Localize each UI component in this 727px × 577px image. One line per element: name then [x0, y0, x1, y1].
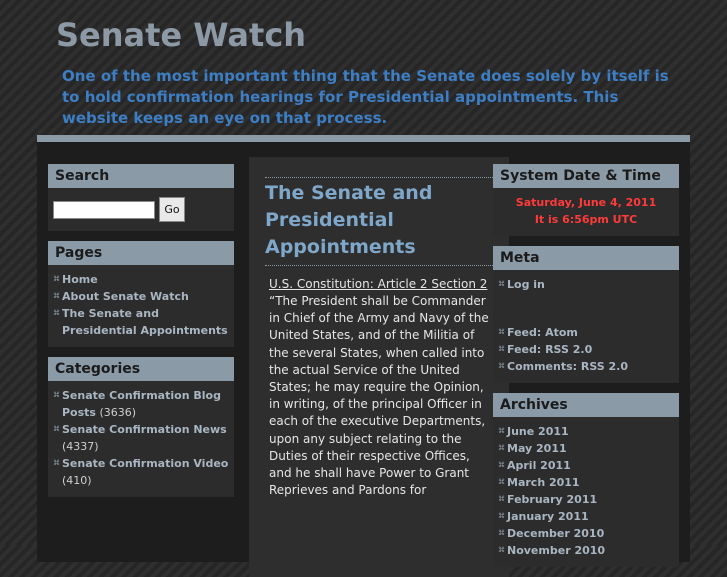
search-widget: Search Go	[48, 164, 234, 231]
archive-item: May 2011	[498, 440, 674, 457]
system-datetime-widget: System Date & Time Saturday, June 4, 201…	[493, 164, 679, 236]
category-item: Senate Confirmation News (4337)	[53, 421, 229, 455]
archive-item: April 2011	[498, 457, 674, 474]
archive-link[interactable]: February 2011	[507, 493, 597, 506]
site-description: One of the most important thing that the…	[62, 67, 669, 127]
post-body: “The President shall be Commander in Chi…	[269, 294, 489, 498]
archive-item: December 2010	[498, 525, 674, 542]
archive-link[interactable]: May 2011	[507, 442, 567, 455]
feed-rss-link[interactable]: Feed: RSS 2.0	[507, 343, 592, 356]
search-widget-title: Search	[48, 164, 234, 188]
page-link-about[interactable]: About Senate Watch	[62, 290, 189, 303]
page-link-home[interactable]: Home	[62, 273, 98, 286]
post-link-constitution[interactable]: U.S. Constitution: Article 2 Section 2	[265, 276, 493, 293]
post-title[interactable]: The Senate and Presidential Appointments	[265, 177, 493, 266]
category-count: (3636)	[99, 406, 137, 419]
archive-link[interactable]: April 2011	[507, 459, 571, 472]
archives-widget: Archives June 2011 May 2011 April 2011 M…	[493, 393, 679, 567]
archive-link[interactable]: January 2011	[507, 510, 589, 523]
archive-link[interactable]: March 2011	[507, 476, 580, 489]
page-item-home: Home	[53, 271, 229, 288]
categories-widget-title: Categories	[48, 357, 234, 381]
content-wrapper: Search Go Pages Home About Senate Watch …	[37, 135, 690, 577]
feed-atom-link[interactable]: Feed: Atom	[507, 326, 578, 339]
system-time: It is 6:56pm UTC	[534, 213, 638, 226]
category-item: Senate Confirmation Video (410)	[53, 455, 229, 489]
meta-widget-title: Meta	[493, 246, 679, 270]
meta-item-feed: Feed: RSS 2.0	[498, 341, 674, 358]
category-link-blog-posts[interactable]: Senate Confirmation Blog Posts	[62, 389, 221, 419]
system-widget-title: System Date & Time	[493, 164, 679, 188]
archive-item: June 2011	[498, 423, 674, 440]
right-sidebar: System Date & Time Saturday, June 4, 201…	[493, 164, 679, 577]
category-link-video[interactable]: Senate Confirmation Video	[62, 457, 228, 470]
categories-widget: Categories Senate Confirmation Blog Post…	[48, 357, 234, 497]
category-link-news[interactable]: Senate Confirmation News	[62, 423, 227, 436]
pages-widget: Pages Home About Senate Watch The Senate…	[48, 241, 234, 347]
system-date: Saturday, June 4, 2011	[515, 196, 657, 209]
category-count: (4337)	[62, 440, 99, 453]
pages-widget-title: Pages	[48, 241, 234, 265]
comments-rss-link[interactable]: Comments: RSS 2.0	[507, 360, 628, 373]
search-go-button[interactable]: Go	[159, 197, 185, 222]
archive-item: February 2011	[498, 491, 674, 508]
category-count: (410)	[62, 474, 92, 487]
archive-link[interactable]: November 2010	[507, 544, 605, 557]
main-content: The Senate and Presidential Appointments…	[249, 157, 509, 577]
category-item: Senate Confirmation Blog Posts (3636)	[53, 387, 229, 421]
meta-item-feed: Feed: Atom	[498, 324, 674, 341]
meta-spacer	[498, 293, 674, 324]
archive-item: January 2011	[498, 508, 674, 525]
archive-link[interactable]: December 2010	[507, 527, 604, 540]
archive-link[interactable]: June 2011	[507, 425, 569, 438]
meta-item-feed: Comments: RSS 2.0	[498, 358, 674, 375]
site-title[interactable]: Senate Watch	[56, 16, 306, 54]
page-link-appointments[interactable]: The Senate and Presidential Appointments	[62, 307, 228, 337]
archives-widget-title: Archives	[493, 393, 679, 417]
left-sidebar: Search Go Pages Home About Senate Watch …	[48, 164, 234, 507]
archive-item: March 2011	[498, 474, 674, 491]
login-link[interactable]: Log in	[507, 278, 545, 291]
search-input[interactable]	[53, 200, 155, 219]
meta-item-login: Log in	[498, 276, 674, 293]
page-item-appointments: The Senate and Presidential Appointments	[53, 305, 229, 339]
meta-widget: Meta Log in Feed: Atom Feed: RSS 2.0 Com…	[493, 246, 679, 383]
page-item-about: About Senate Watch	[53, 288, 229, 305]
